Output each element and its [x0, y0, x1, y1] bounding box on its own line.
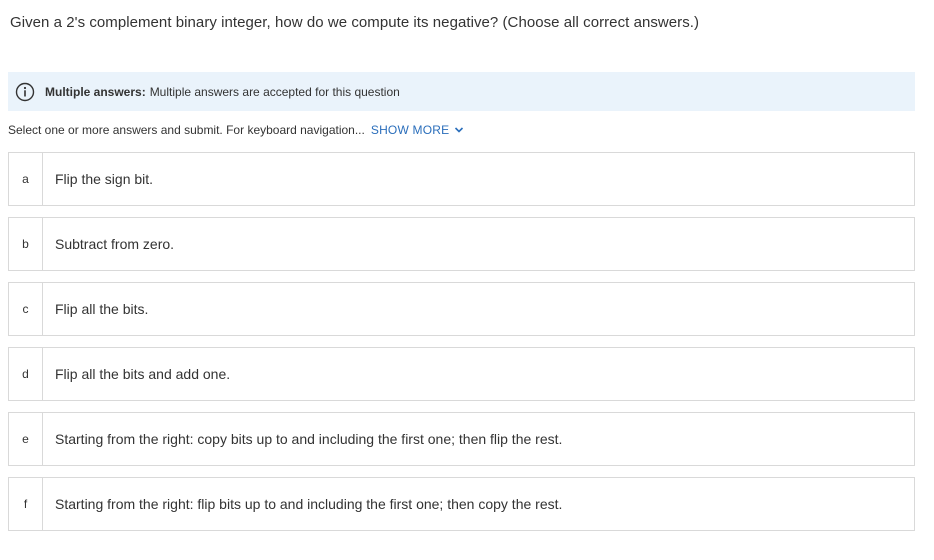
option-text: Flip the sign bit. — [55, 171, 154, 187]
show-more-label: SHOW MORE — [370, 123, 450, 137]
option-letter: a — [9, 153, 43, 205]
option-text: Flip all the bits and add one. — [55, 366, 231, 382]
answer-option-f[interactable]: f Starting from the right: flip bits up … — [8, 477, 915, 531]
answer-option-a[interactable]: a Flip the sign bit. — [8, 152, 915, 206]
option-text: Starting from the right: flip bits up to… — [55, 496, 563, 512]
answer-option-e[interactable]: e Starting from the right: copy bits up … — [8, 412, 915, 466]
option-letter: e — [9, 413, 43, 465]
option-letter: c — [9, 283, 43, 335]
option-text: Flip all the bits. — [55, 301, 149, 317]
instructions: Select one or more answers and submit. F… — [8, 123, 464, 137]
show-more-button[interactable]: SHOW MORE — [371, 123, 464, 137]
option-letter: b — [9, 218, 43, 270]
option-letter: d — [9, 348, 43, 400]
info-banner: Multiple answers: Multiple answers are ac… — [8, 72, 915, 111]
answer-options: a Flip the sign bit. b Subtract from zer… — [8, 152, 915, 542]
instructions-text: Select one or more answers and submit. F… — [8, 123, 365, 137]
info-banner-text: Multiple answers: Multiple answers are ac… — [45, 85, 400, 99]
info-banner-message: Multiple answers are accepted for this q… — [149, 84, 400, 99]
answer-option-b[interactable]: b Subtract from zero. — [8, 217, 915, 271]
info-banner-label: Multiple answers: — [45, 84, 146, 99]
info-icon — [14, 81, 36, 103]
chevron-down-icon — [454, 125, 464, 135]
answer-option-c[interactable]: c Flip all the bits. — [8, 282, 915, 336]
question-text: Given a 2's complement binary integer, h… — [10, 14, 700, 31]
answer-option-d[interactable]: d Flip all the bits and add one. — [8, 347, 915, 401]
option-letter: f — [9, 478, 43, 530]
option-text: Starting from the right: copy bits up to… — [55, 431, 563, 447]
option-text: Subtract from zero. — [55, 236, 175, 252]
